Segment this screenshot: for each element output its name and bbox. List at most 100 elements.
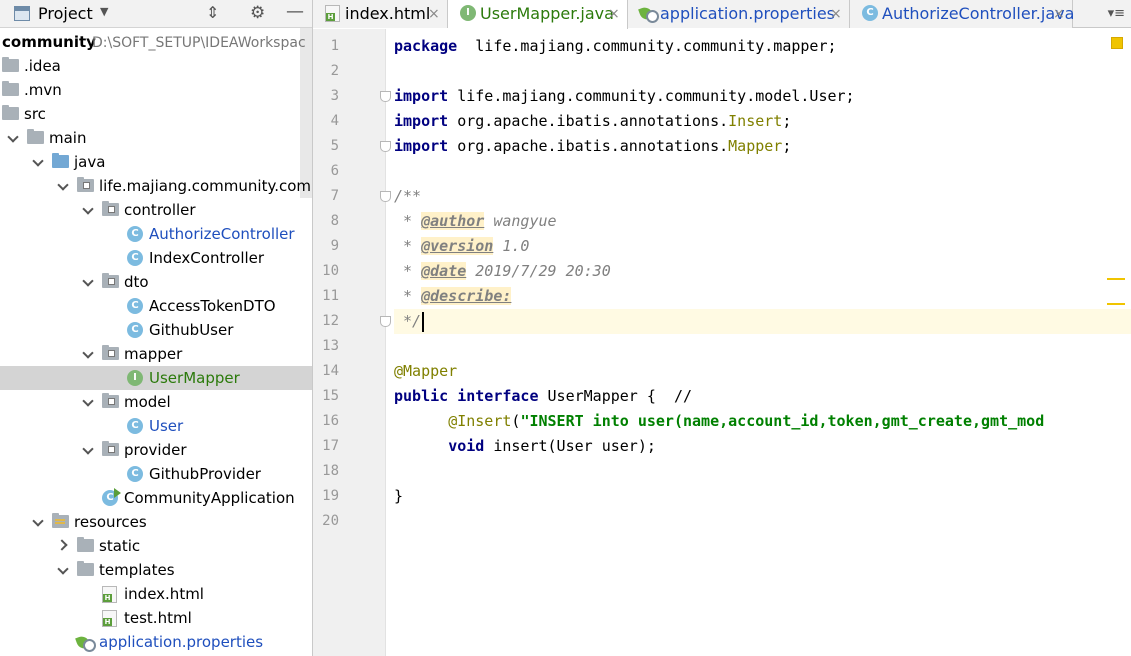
package-icon — [77, 177, 94, 192]
code-line[interactable]: void insert(User user); — [394, 434, 1131, 459]
chevron-down-icon[interactable] — [32, 155, 44, 167]
code-line[interactable]: */ — [394, 309, 1131, 334]
interface-icon: I — [127, 370, 143, 386]
code-line[interactable]: public interface UserMapper { // — [394, 384, 1131, 409]
tree-item-controller[interactable]: controller — [0, 198, 312, 222]
line-number: 20 — [322, 513, 339, 529]
fold-marker-icon[interactable] — [380, 316, 391, 327]
chevron-down-icon[interactable] — [82, 443, 94, 455]
html-file-icon — [102, 610, 117, 627]
chevron-down-icon[interactable] — [7, 131, 19, 143]
editor-tab-application-properties[interactable]: application.properties × — [628, 0, 850, 28]
code-line[interactable]: import org.apache.ibatis.annotations.Ins… — [394, 109, 1131, 134]
editor-tab-bar: ▾≡ index.html×IUserMapper.java×applicati… — [313, 0, 1131, 29]
code-line[interactable]: /** — [394, 184, 1131, 209]
collapse-all-icon[interactable]: ⇕ — [206, 3, 219, 23]
line-number: 1 — [330, 38, 339, 54]
code-line[interactable]: @Mapper — [394, 359, 1131, 384]
fold-marker-icon[interactable] — [380, 91, 391, 102]
chevron-down-icon[interactable] — [57, 179, 69, 191]
tree-item-label: IndexController — [149, 249, 265, 267]
code-line[interactable]: import org.apache.ibatis.annotations.Map… — [394, 134, 1131, 159]
code-line[interactable]: } — [394, 484, 1131, 509]
tree-item-mapper[interactable]: mapper — [0, 342, 312, 366]
chevron-down-icon[interactable] — [82, 275, 94, 287]
folder-icon — [77, 561, 94, 576]
line-number-gutter: 1 2 3 4 5 6 7 8 9 10 11 12 13 14 15 16 17 18 19 20 — [313, 29, 391, 656]
tree-item-githubuser[interactable]: C GithubUser — [0, 318, 312, 342]
chevron-right-icon[interactable] — [57, 539, 69, 551]
tree-item-label: .idea — [24, 57, 61, 75]
close-tab-icon[interactable]: × — [1053, 5, 1065, 23]
chevron-down-icon[interactable] — [82, 347, 94, 359]
tree-item-label: User — [149, 417, 184, 435]
chevron-down-icon[interactable] — [32, 515, 44, 527]
tree-item-src[interactable]: src — [0, 102, 312, 126]
tree-item-life-majiang-community-comm[interactable]: life.majiang.community.comm — [0, 174, 312, 198]
tree-item-label: mapper — [124, 345, 183, 363]
project-view-selector[interactable]: Project — [38, 4, 93, 23]
code-token: @author — [421, 212, 485, 230]
tree-item-label: life.majiang.community.comm — [99, 177, 313, 195]
code-token: package — [394, 37, 458, 55]
tree-item-templates[interactable]: templates — [0, 558, 312, 582]
chevron-down-icon[interactable] — [82, 395, 94, 407]
tree-item-label: .mvn — [24, 81, 62, 99]
tree-item-label: GithubUser — [149, 321, 234, 339]
tree-item-communityapplication[interactable]: C CommunityApplication — [0, 486, 312, 510]
code-line[interactable]: * @describe: — [394, 284, 1131, 309]
editor-tab-usermapper-java[interactable]: I UserMapper.java × — [448, 0, 628, 29]
tree-item-idea[interactable]: .idea — [0, 54, 312, 78]
code-line[interactable] — [394, 459, 1131, 484]
chevron-down-icon[interactable]: ▼ — [100, 5, 108, 18]
tree-item-test-html[interactable]: test.html — [0, 606, 312, 630]
tree-item-resources[interactable]: resources — [0, 510, 312, 534]
code-line[interactable] — [394, 159, 1131, 184]
code-line[interactable]: * @author wangyue — [394, 209, 1131, 234]
tree-item-provider[interactable]: provider — [0, 438, 312, 462]
tree-item-community[interactable]: community D:\SOFT_SETUP\IDEAWorkspac — [0, 30, 312, 54]
tree-item-dto[interactable]: dto — [0, 270, 312, 294]
tree-item-model[interactable]: model — [0, 390, 312, 414]
code-line[interactable]: import life.majiang.community.community.… — [394, 84, 1131, 109]
tree-item-static[interactable]: static — [0, 534, 312, 558]
code-line[interactable] — [394, 334, 1131, 359]
tree-item-indexcontroller[interactable]: C IndexController — [0, 246, 312, 270]
line-number: 7 — [330, 188, 339, 204]
close-tab-icon[interactable]: × — [608, 5, 620, 23]
tree-item-authorizecontroller[interactable]: C AuthorizeController — [0, 222, 312, 246]
chevron-down-icon[interactable] — [57, 563, 69, 575]
code-line[interactable]: @Insert("INSERT into user(name,account_i… — [394, 409, 1131, 434]
fold-marker-icon[interactable] — [380, 141, 391, 152]
chevron-down-icon[interactable] — [82, 203, 94, 215]
line-number: 2 — [330, 63, 339, 79]
line-number: 11 — [322, 288, 339, 304]
code-line[interactable]: * @date 2019/7/29 20:30 — [394, 259, 1131, 284]
close-tab-icon[interactable]: × — [428, 5, 440, 23]
tab-list-menu-icon[interactable]: ▾≡ — [1108, 5, 1125, 23]
code-token: * — [394, 237, 422, 255]
tree-item-usermapper[interactable]: I UserMapper — [0, 366, 312, 390]
code-line[interactable] — [394, 59, 1131, 84]
tree-item-mvn[interactable]: .mvn — [0, 78, 312, 102]
close-tab-icon[interactable]: × — [830, 5, 842, 23]
code-line[interactable] — [394, 509, 1131, 534]
tree-item-index-html[interactable]: index.html — [0, 582, 312, 606]
hide-panel-icon[interactable]: — — [286, 2, 304, 22]
tree-item-user[interactable]: C User — [0, 414, 312, 438]
tree-item-application-properties[interactable]: application.properties — [0, 630, 312, 654]
tree-item-githubprovider[interactable]: C GithubProvider — [0, 462, 312, 486]
line-number: 10 — [322, 263, 339, 279]
gear-icon[interactable]: ⚙ — [250, 3, 265, 23]
code-editor[interactable]: 1 2 3 4 5 6 7 8 9 10 11 12 13 14 15 16 17 18 19 20 package … — [313, 29, 1131, 656]
editor-tab-authorizecontroller-java[interactable]: C AuthorizeController.java × — [850, 0, 1074, 28]
tree-item-main[interactable]: main — [0, 126, 312, 150]
tree-item-label: AccessTokenDTO — [149, 297, 276, 315]
tree-item-accesstokendto[interactable]: C AccessTokenDTO — [0, 294, 312, 318]
editor-tab-index-html[interactable]: index.html× — [313, 0, 448, 28]
code-token: * — [394, 212, 422, 230]
code-line[interactable]: * @version 1.0 — [394, 234, 1131, 259]
tree-item-java[interactable]: java — [0, 150, 312, 174]
code-line[interactable]: package life.majiang.community.community… — [394, 34, 1131, 59]
fold-marker-icon[interactable] — [380, 191, 391, 202]
